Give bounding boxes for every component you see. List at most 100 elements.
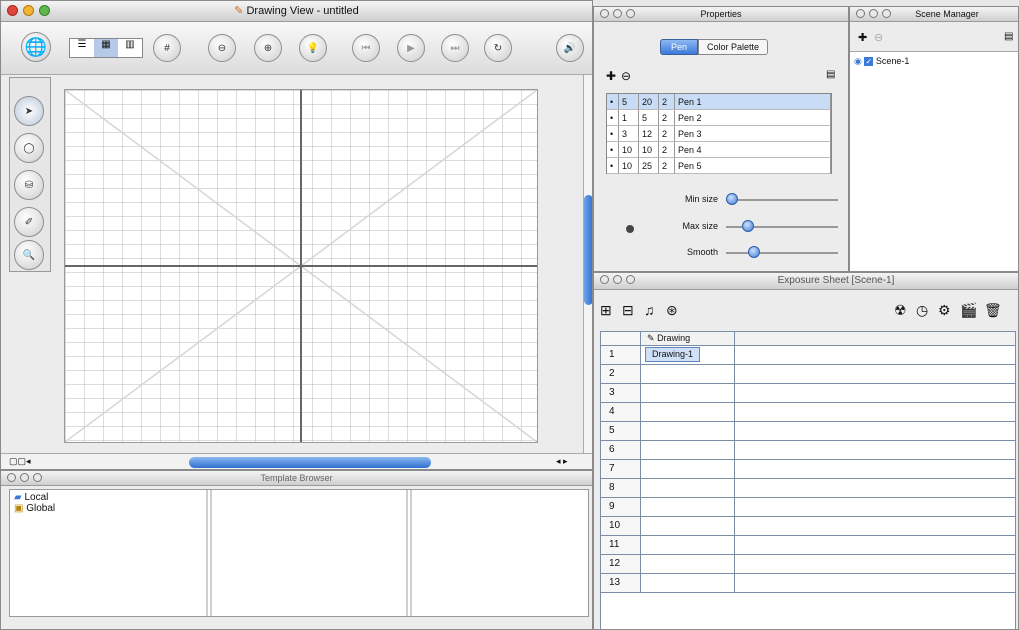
exposure-row[interactable]: 5 bbox=[601, 422, 1015, 441]
grid-view-icon[interactable]: ▦ bbox=[94, 39, 118, 57]
zoom-button[interactable] bbox=[882, 9, 891, 18]
drawing-cell[interactable]: Drawing-1 bbox=[645, 347, 701, 362]
slider-knob[interactable] bbox=[725, 193, 738, 205]
browser-item-global[interactable]: ▣ Global bbox=[14, 503, 202, 514]
add-scene-icon[interactable]: ✚ bbox=[858, 31, 867, 44]
add-pen-icon[interactable]: ✚ bbox=[606, 69, 616, 83]
exposure-row[interactable]: 2 bbox=[601, 365, 1015, 384]
pen-table: • 5 20 2 Pen 1 • 1 5 2 Pen 2 • 3 12 2 Pen 3 • 10 10 2 Pe… bbox=[606, 93, 832, 174]
zoom-button[interactable] bbox=[39, 5, 50, 16]
exposure-row[interactable]: 8 bbox=[601, 479, 1015, 498]
eraser-icon[interactable]: ✐ bbox=[14, 207, 44, 237]
globe-icon[interactable]: 🌐 bbox=[21, 32, 51, 62]
clapper-icon[interactable]: 🎬 bbox=[960, 302, 977, 319]
clock-icon[interactable]: ◷ bbox=[916, 302, 928, 319]
exposure-row[interactable]: 4 bbox=[601, 403, 1015, 422]
window-controls bbox=[600, 9, 635, 18]
close-button[interactable] bbox=[7, 473, 16, 482]
minimize-button[interactable] bbox=[20, 473, 29, 482]
window-controls bbox=[856, 9, 891, 18]
close-button[interactable] bbox=[600, 275, 609, 284]
pen-row[interactable]: • 10 25 2 Pen 5 bbox=[607, 158, 831, 174]
close-button[interactable] bbox=[856, 9, 865, 18]
exposure-grid: ✎ Drawing 1 Drawing-1 2 3 4 5 6 7 8 9 10… bbox=[600, 331, 1016, 629]
vertical-scroll-thumb[interactable] bbox=[584, 195, 592, 305]
drawing-view-titlebar: ✎ Drawing View - untitled bbox=[1, 1, 592, 22]
canvas-vertical-scrollbar[interactable] bbox=[583, 75, 592, 453]
exposure-row[interactable]: 3 bbox=[601, 384, 1015, 403]
zoom-button[interactable] bbox=[626, 275, 635, 284]
view-buttons[interactable]: ▢▢◂ bbox=[9, 456, 31, 467]
add-peg-icon[interactable]: ⊛ bbox=[666, 302, 678, 319]
horizontal-scroll-thumb[interactable] bbox=[189, 457, 431, 468]
marker-icon[interactable]: ☢ bbox=[894, 302, 907, 319]
slider-min-size: Min size bbox=[652, 191, 842, 211]
remove-pen-icon[interactable]: ⊖ bbox=[621, 69, 631, 83]
canvas-horizontal-scrollbar[interactable]: ▢▢◂ ◂ ▸ bbox=[1, 453, 592, 469]
minimize-button[interactable] bbox=[23, 5, 34, 16]
pen-menu-icon[interactable]: ▤ bbox=[826, 69, 835, 80]
pen-row[interactable]: • 3 12 2 Pen 3 bbox=[607, 126, 831, 142]
globe-folder-icon: ▣ bbox=[14, 503, 24, 514]
tab-pen[interactable]: Pen bbox=[660, 39, 699, 55]
radio-selected-icon[interactable]: ◉ bbox=[854, 56, 862, 66]
drawing-toolbar: 🌐 ☰ ▦ ▥ # ⊖ ⊕ 💡 ⏮ ▶ ⏭ ↻ 🔊 bbox=[1, 22, 592, 75]
scene-menu-icon[interactable]: ▤ bbox=[1004, 31, 1013, 42]
browser-item-local[interactable]: ▰ Local bbox=[14, 492, 202, 503]
exposure-row[interactable]: 6 bbox=[601, 441, 1015, 460]
lightbulb-icon[interactable]: 💡 bbox=[299, 34, 327, 62]
gear-icon[interactable]: ⚙ bbox=[938, 302, 951, 319]
drawing-canvas[interactable] bbox=[64, 89, 538, 443]
slider-track[interactable] bbox=[726, 199, 838, 201]
exposure-row[interactable]: 10 bbox=[601, 517, 1015, 536]
zoom-tool-icon[interactable]: 🔍 bbox=[14, 240, 44, 270]
layer-up-icon[interactable]: ⊕ bbox=[254, 34, 282, 62]
add-column-icon[interactable]: ⊞ bbox=[600, 302, 612, 319]
slider-knob[interactable] bbox=[748, 246, 760, 258]
checkbox-checked-icon[interactable]: ✓ bbox=[864, 57, 874, 66]
list-view-icon[interactable]: ☰ bbox=[70, 39, 94, 57]
minimize-button[interactable] bbox=[613, 275, 622, 284]
slider-knob[interactable] bbox=[742, 220, 755, 232]
zoom-button[interactable] bbox=[33, 473, 42, 482]
bucket-icon[interactable]: ⛁ bbox=[14, 170, 44, 200]
pen-row[interactable]: • 10 10 2 Pen 4 bbox=[607, 142, 831, 158]
close-button[interactable] bbox=[7, 5, 18, 16]
exposure-row[interactable]: 13 bbox=[601, 574, 1015, 593]
trash-icon[interactable]: 🗑 bbox=[984, 302, 1002, 319]
minimize-button[interactable] bbox=[869, 9, 878, 18]
add-sound-icon[interactable]: ♫ bbox=[644, 302, 655, 318]
template-browser-window: Template Browser ▰ Local ▣ Global bbox=[0, 470, 593, 630]
exposure-row[interactable]: 12 bbox=[601, 555, 1015, 574]
view-mode-segment[interactable]: ☰ ▦ ▥ bbox=[69, 38, 143, 58]
play-icon[interactable]: ▶ bbox=[397, 34, 425, 62]
column-header-drawing[interactable]: ✎ Drawing bbox=[641, 332, 735, 345]
next-frame-icon[interactable]: ⏭ bbox=[441, 34, 469, 62]
select-arrow-icon[interactable]: ➤ bbox=[14, 96, 44, 126]
column-view-icon[interactable]: ▥ bbox=[118, 39, 142, 57]
browser-column-3 bbox=[412, 490, 588, 616]
exposure-row[interactable]: 9 bbox=[601, 498, 1015, 517]
remove-scene-icon[interactable]: ⊖ bbox=[874, 31, 883, 44]
add-drawing-icon[interactable]: ⊟ bbox=[622, 302, 634, 319]
exposure-row[interactable]: 7 bbox=[601, 460, 1015, 479]
minimize-button[interactable] bbox=[613, 9, 622, 18]
drawing-column-icon: ✎ bbox=[647, 333, 655, 343]
speaker-icon[interactable]: 🔊 bbox=[556, 34, 584, 62]
previous-frame-icon[interactable]: ⏮ bbox=[352, 34, 380, 62]
zoom-button[interactable] bbox=[626, 9, 635, 18]
lasso-icon[interactable]: ◯ bbox=[14, 133, 44, 163]
close-button[interactable] bbox=[600, 9, 609, 18]
exposure-sheet-titlebar: Exposure Sheet [Scene-1] bbox=[594, 273, 1018, 290]
layer-down-icon[interactable]: ⊖ bbox=[208, 34, 236, 62]
scroll-arrows[interactable]: ◂ ▸ bbox=[556, 456, 568, 467]
scene-item[interactable]: ◉ ✓ Scene-1 bbox=[850, 52, 1018, 71]
exposure-row[interactable]: 11 bbox=[601, 536, 1015, 555]
slider-track[interactable] bbox=[726, 252, 838, 254]
loop-icon[interactable]: ↻ bbox=[484, 34, 512, 62]
tab-color-palette[interactable]: Color Palette bbox=[698, 39, 769, 55]
exposure-row[interactable]: 1 Drawing-1 bbox=[601, 346, 1015, 365]
pen-row[interactable]: • 5 20 2 Pen 1 bbox=[607, 94, 831, 110]
pen-row[interactable]: • 1 5 2 Pen 2 bbox=[607, 110, 831, 126]
grid-toggle-icon[interactable]: # bbox=[153, 34, 181, 62]
